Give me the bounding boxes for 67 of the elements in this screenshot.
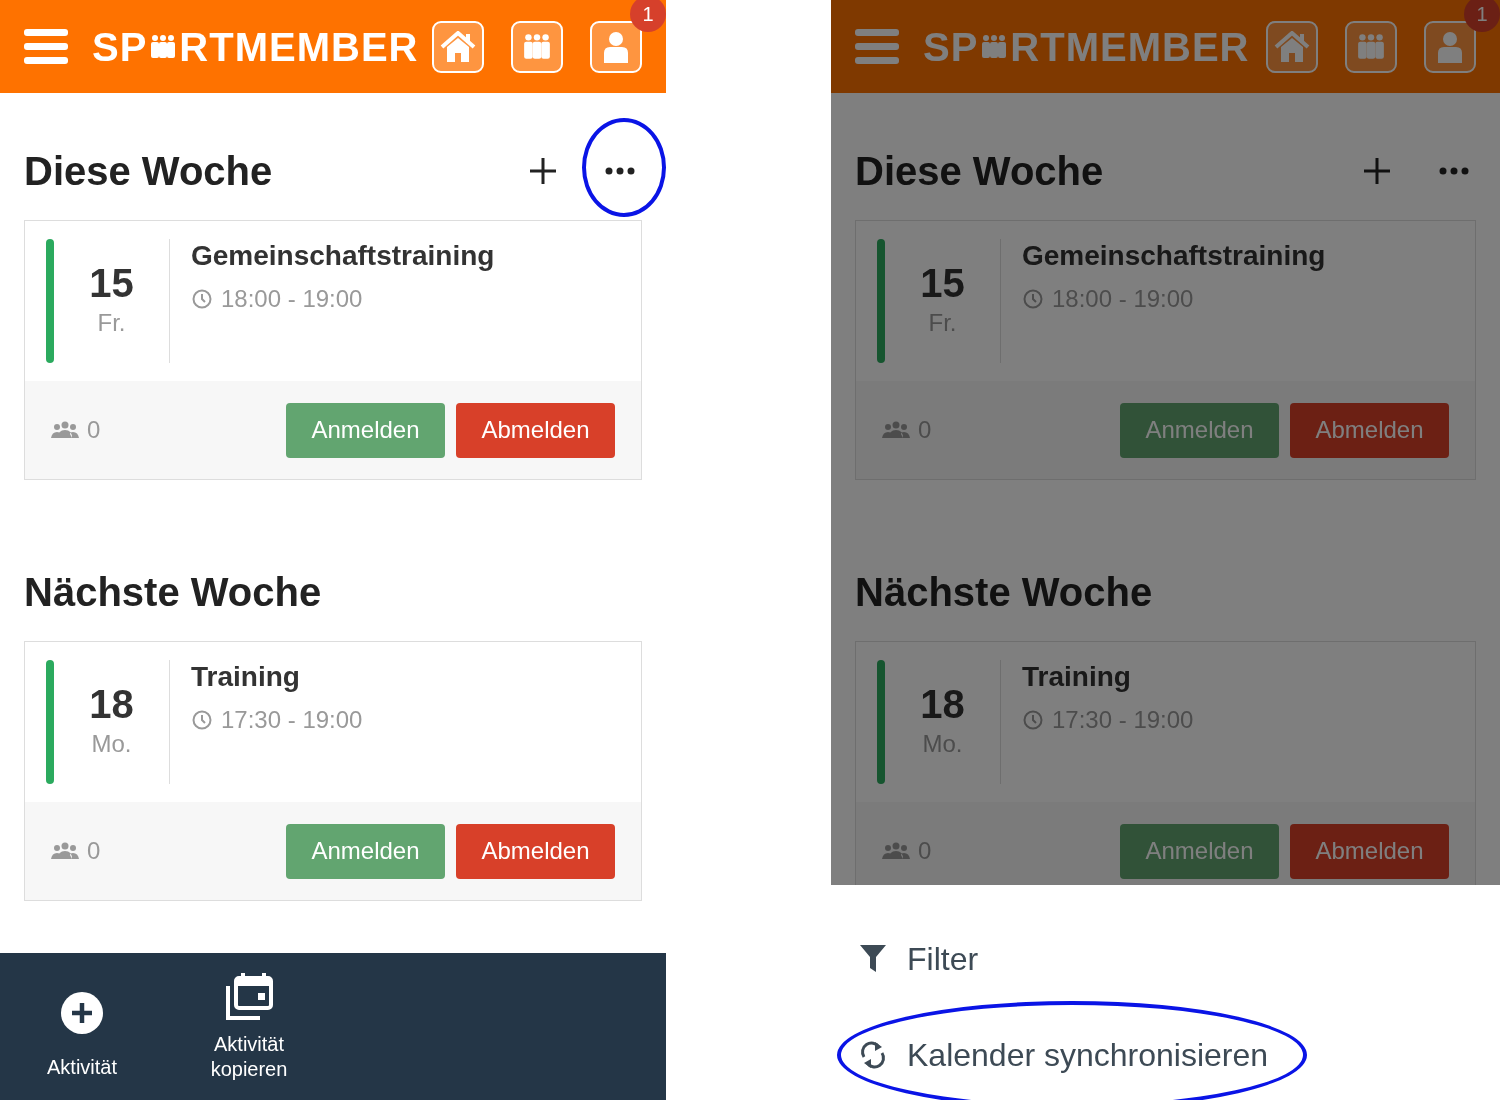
logo-text: SP xyxy=(92,23,148,71)
person-icon xyxy=(1435,30,1465,63)
unregister-button[interactable]: Abmelden xyxy=(1290,823,1449,879)
day-number: 18 xyxy=(920,682,965,726)
menu-item[interactable]: Filter xyxy=(831,911,1007,1007)
section-title: Diese Woche xyxy=(24,148,273,195)
register-button[interactable]: Anmelden xyxy=(286,402,445,458)
section-title: Diese Woche xyxy=(855,148,1104,195)
people-icon xyxy=(882,421,910,439)
menu-icon[interactable] xyxy=(24,28,68,65)
people-icon xyxy=(1356,32,1386,61)
section-title: Nächste Woche xyxy=(24,569,322,616)
event-time: 18:00 - 19:00 xyxy=(221,283,363,314)
unregister-button[interactable]: Abmelden xyxy=(456,402,615,458)
people-icon xyxy=(882,842,910,860)
clock-icon xyxy=(191,287,213,310)
participant-count: 0 xyxy=(87,415,101,445)
person-icon xyxy=(601,30,631,63)
add-circle-icon xyxy=(60,991,104,1035)
event-card[interactable]: 15 Fr. Gemeinschaftstraining 18:00 - 19:00 0 Anmelden Abmelden xyxy=(24,220,642,480)
notification-badge: 1 xyxy=(630,0,666,32)
weekday: Mo. xyxy=(91,729,132,759)
menu-item[interactable]: Kalender synchronisieren xyxy=(831,1007,1297,1100)
people-icon xyxy=(522,32,552,61)
register-button[interactable]: Anmelden xyxy=(286,823,445,879)
logo-icon xyxy=(149,33,178,60)
sync-icon xyxy=(859,1040,887,1070)
day-number: 15 xyxy=(920,261,965,305)
notification-badge: 1 xyxy=(1464,0,1500,32)
logo-text: RTMEMBER xyxy=(1010,23,1250,71)
weekday: Fr. xyxy=(97,308,126,338)
event-title: Training xyxy=(191,660,301,694)
bottom-bar-item[interactable]: Aktivität kopieren xyxy=(184,970,314,1083)
event-title: Training xyxy=(1022,660,1132,694)
event-card[interactable]: 18 Mo. Training 17:30 - 19:00 0 Anmelden Abmelden xyxy=(24,641,642,901)
participant-count: 0 xyxy=(87,836,101,866)
unregister-button[interactable]: Abmelden xyxy=(456,823,615,879)
bottom-bar-label: Aktivität kopieren xyxy=(209,1031,289,1082)
event-title: Gemeinschaftstraining xyxy=(1022,239,1326,273)
menu-icon[interactable] xyxy=(855,28,899,65)
house-icon xyxy=(440,30,476,63)
logo-icon xyxy=(980,33,1009,60)
people-icon xyxy=(51,842,79,860)
house-icon xyxy=(1274,30,1310,63)
section-title: Nächste Woche xyxy=(855,569,1153,616)
day-number: 15 xyxy=(89,261,134,305)
unregister-button[interactable]: Abmelden xyxy=(1290,402,1449,458)
day-number: 18 xyxy=(89,682,134,726)
home-button[interactable] xyxy=(432,20,484,73)
menu-item-label: Kalender synchronisieren xyxy=(907,1036,1269,1075)
calendar-copy-icon xyxy=(225,971,273,1020)
add-icon[interactable] xyxy=(529,157,557,185)
members-button[interactable] xyxy=(511,20,563,73)
event-time: 17:30 - 19:00 xyxy=(221,704,363,735)
filter-icon xyxy=(859,944,887,974)
clock-icon xyxy=(1022,287,1044,310)
logo-text: RTMEMBER xyxy=(179,23,419,71)
clock-icon xyxy=(1022,708,1044,731)
event-title: Gemeinschaftstraining xyxy=(191,239,495,273)
more-icon[interactable] xyxy=(605,167,635,175)
logo-text: SP xyxy=(923,23,979,71)
menu-item-label: Filter xyxy=(907,940,979,979)
bottom-bar-item[interactable]: Aktivität xyxy=(17,990,147,1081)
people-icon xyxy=(51,421,79,439)
bottom-bar-label: Aktivität xyxy=(46,1055,118,1080)
clock-icon xyxy=(191,708,213,731)
profile-button[interactable] xyxy=(590,20,642,73)
